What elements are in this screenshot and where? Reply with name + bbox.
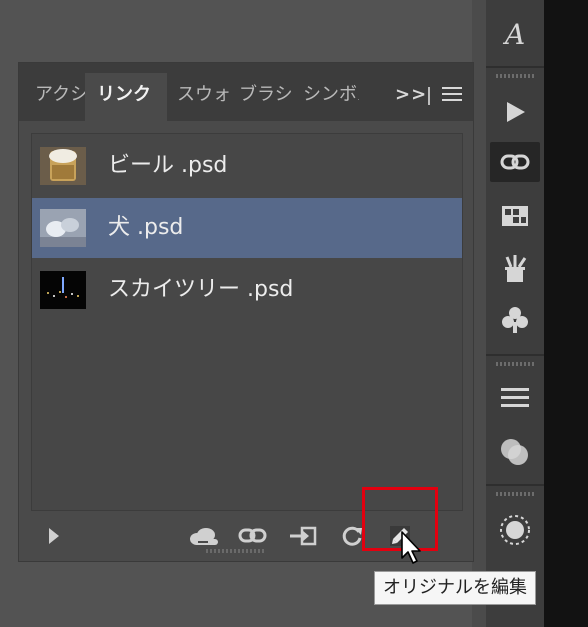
dock-divider — [486, 484, 544, 486]
list-item[interactable]: 犬 .psd — [32, 198, 462, 258]
tab-swatches[interactable]: スウォッチ — [177, 73, 233, 121]
actions-play-icon[interactable] — [490, 92, 540, 132]
align-icon[interactable] — [490, 378, 540, 418]
screen-edge — [544, 0, 588, 627]
dock-grip[interactable] — [496, 74, 534, 78]
show-link-info-icon[interactable] — [39, 521, 69, 551]
character-styles-icon[interactable]: A — [490, 14, 540, 54]
svg-text:A: A — [502, 19, 525, 49]
brushes-icon[interactable] — [490, 248, 540, 288]
link-name: 犬 .psd — [108, 215, 184, 240]
pathfinder-icon[interactable] — [490, 432, 540, 472]
panel-tab-bar: アクション リンク スウォッチ ブラシ シンボル >> — [19, 63, 473, 121]
dock-gutter — [472, 0, 486, 627]
tab-brushes[interactable]: ブラシ — [239, 73, 293, 121]
tooltip: オリジナルを編集 — [374, 571, 536, 605]
mouse-cursor-icon — [400, 530, 424, 570]
more-tabs-button[interactable]: >> — [395, 73, 427, 117]
swatches-icon[interactable] — [490, 196, 540, 236]
links-icon[interactable] — [490, 142, 540, 182]
panel-resize-grip[interactable] — [206, 549, 266, 553]
embed-icon[interactable] — [287, 521, 319, 551]
list-item[interactable]: ビール .psd — [32, 136, 462, 196]
symbols-icon[interactable] — [490, 300, 540, 340]
beer-thumbnail — [40, 147, 86, 185]
dock-grip[interactable] — [496, 362, 534, 366]
links-list: ビール .psd 犬 .psd スカイツリー .psd — [31, 133, 463, 511]
appearance-icon[interactable] — [490, 510, 540, 550]
link-name: スカイツリー .psd — [108, 277, 294, 302]
list-item[interactable]: スカイツリー .psd — [32, 260, 462, 320]
dock-divider — [486, 66, 544, 68]
panel-menu-icon[interactable] — [442, 87, 462, 103]
tab-links[interactable]: リンク — [85, 73, 167, 121]
relink-icon[interactable] — [237, 521, 269, 551]
right-dock: A — [486, 0, 544, 627]
skytree-thumbnail — [40, 271, 86, 309]
dock-divider — [486, 354, 544, 356]
dock-grip[interactable] — [496, 492, 534, 496]
tab-symbols[interactable]: シンボル — [303, 73, 359, 121]
cc-library-icon[interactable] — [187, 521, 223, 551]
dog-thumbnail — [40, 209, 86, 247]
tab-separator — [428, 87, 430, 105]
link-name: ビール .psd — [108, 153, 228, 178]
